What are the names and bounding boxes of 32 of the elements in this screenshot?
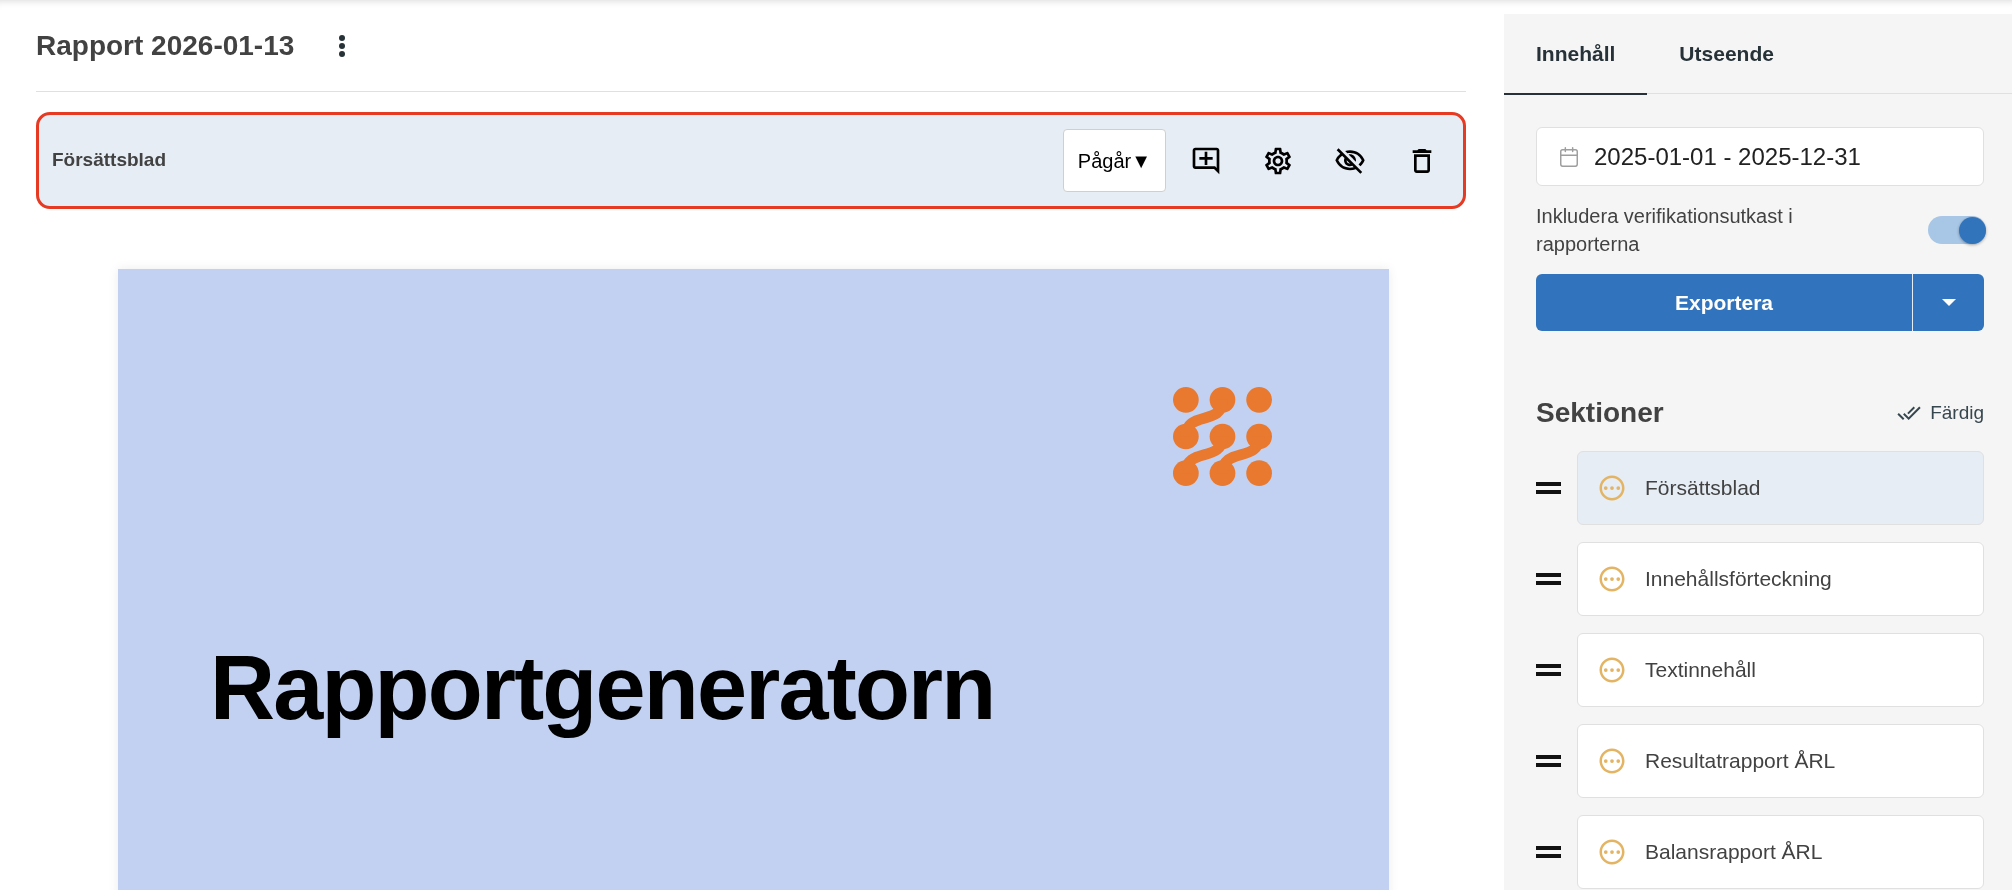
pending-icon bbox=[1597, 655, 1627, 685]
pending-icon bbox=[1597, 837, 1627, 867]
status-select[interactable]: Pågår▼ bbox=[1062, 129, 1166, 192]
pending-icon bbox=[1597, 564, 1627, 594]
cover-title: Rapportgeneratorn bbox=[210, 637, 995, 740]
toggle-switch[interactable] bbox=[1928, 216, 1986, 244]
toggle-label: Inkludera verifikationsutkast i rapporterna bbox=[1536, 204, 1794, 257]
export-menu-button[interactable] bbox=[1912, 274, 1984, 331]
section-item[interactable]: Balansrapport ÅRL bbox=[1577, 815, 1984, 889]
section-item[interactable]: Innehållsförteckning bbox=[1577, 542, 1984, 616]
pending-icon bbox=[1597, 746, 1627, 776]
section-title: Försättsblad bbox=[52, 148, 168, 173]
drag-handle-icon[interactable] bbox=[1536, 573, 1561, 585]
drag-handle-icon[interactable] bbox=[1536, 482, 1561, 494]
section-item[interactable]: Textinnehåll bbox=[1577, 633, 1984, 707]
drag-handle-icon[interactable] bbox=[1536, 664, 1561, 676]
done-button[interactable]: Färdig bbox=[1897, 398, 1984, 428]
calendar-icon bbox=[1558, 145, 1580, 168]
tab[interactable]: Innehåll bbox=[1504, 14, 1648, 95]
drag-handle-icon[interactable] bbox=[1536, 755, 1561, 767]
caret-icon bbox=[1941, 299, 1956, 306]
drag-handle-icon[interactable] bbox=[1536, 846, 1561, 858]
logo-icon bbox=[1173, 387, 1272, 486]
export-button[interactable]: Exportera bbox=[1536, 274, 1912, 331]
section-item[interactable]: Försättsblad bbox=[1577, 451, 1984, 525]
report-title: Rapport 2026-01-13 bbox=[36, 31, 295, 60]
more-icon bbox=[339, 34, 346, 57]
sections-heading: Sektioner bbox=[1536, 396, 1664, 430]
date-range-field[interactable]: 2025-01-01 - 2025-12-31 bbox=[1536, 127, 1984, 186]
section-item[interactable]: Resultatrapport ÅRL bbox=[1577, 724, 1984, 798]
pending-icon bbox=[1597, 473, 1627, 503]
tab[interactable]: Utseende bbox=[1647, 14, 1806, 95]
